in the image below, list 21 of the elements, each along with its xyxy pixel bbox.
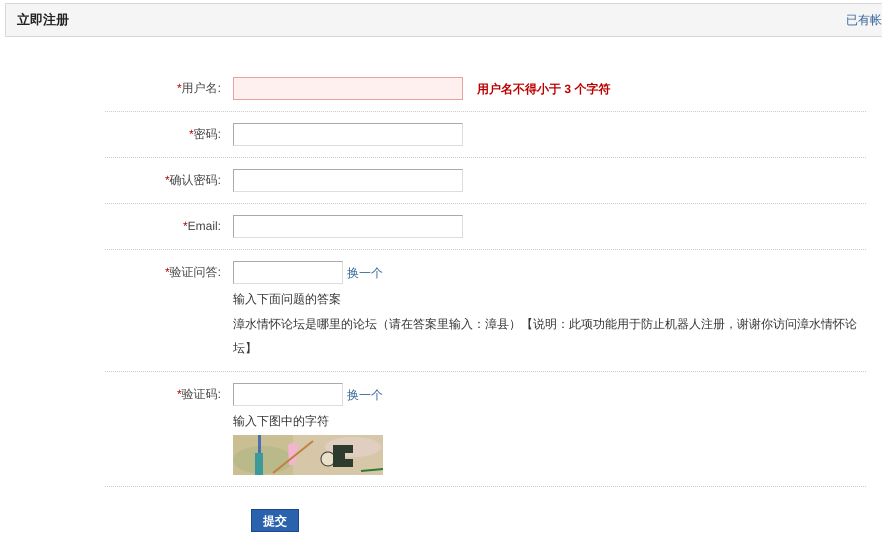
field-label: *验证问答:	[164, 264, 222, 281]
input-field[interactable]	[233, 383, 343, 406]
input-field[interactable]	[233, 123, 463, 146]
refresh-link[interactable]: 换一个	[347, 386, 383, 404]
field-label: *确认密码:	[164, 172, 222, 189]
field-label: *密码:	[188, 126, 222, 143]
page-title: 立即注册	[17, 11, 69, 30]
error-message: 用户名不得小于 3 个字符	[477, 80, 610, 98]
field-label: *Email:	[182, 218, 222, 235]
hint-text: 输入下面问题的答案	[233, 291, 342, 308]
refresh-link[interactable]: 换一个	[347, 264, 383, 282]
field-label: *用户名:	[176, 80, 222, 97]
question-text: 漳水情怀论坛是哪里的论坛（请在答案里输入：漳县）【说明：此项功能用于防止机器人注册，谢谢你访问漳水情怀论坛】	[233, 316, 858, 357]
submit-button[interactable]: 提交	[251, 509, 299, 532]
hint-text: 输入下图中的字符	[233, 413, 330, 430]
input-field[interactable]	[233, 261, 343, 284]
input-field[interactable]	[233, 77, 463, 100]
input-field[interactable]	[233, 169, 463, 192]
field-label: *验证码:	[176, 386, 222, 403]
login-link[interactable]: 已有帐	[846, 11, 882, 29]
input-field[interactable]	[233, 215, 463, 238]
